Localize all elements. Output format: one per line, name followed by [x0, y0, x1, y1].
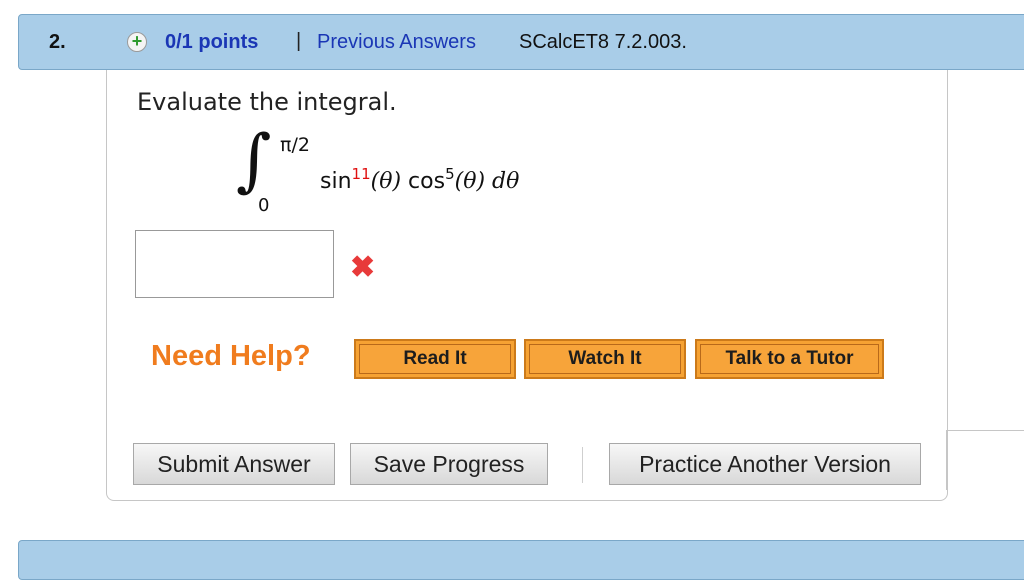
theta-arg-2: (θ) — [454, 169, 486, 194]
sin-exponent: 11 — [351, 165, 371, 183]
submit-answer-button[interactable]: Submit Answer — [133, 443, 335, 485]
next-question-header — [18, 540, 1024, 580]
points-score: 0/1 points — [165, 31, 259, 53]
problem-prompt: Evaluate the integral. — [137, 88, 397, 116]
integral-sign-icon: ∫ — [236, 121, 272, 200]
cos-exponent: 5 — [445, 165, 455, 183]
integral-upper-limit: π/2 — [280, 134, 310, 156]
theta-arg-1: (θ) — [370, 169, 402, 194]
question-source: SCalcET8 7.2.003. — [519, 31, 687, 53]
previous-answers-link[interactable]: Previous Answers — [317, 31, 476, 54]
cos-function: cos — [408, 169, 446, 194]
watch-it-button[interactable]: Watch It — [524, 339, 686, 379]
talk-to-tutor-button[interactable]: Talk to a Tutor — [695, 339, 884, 379]
incorrect-x-icon: ✖ — [350, 251, 376, 284]
practice-another-version-button[interactable]: Practice Another Version — [609, 443, 921, 485]
read-it-label: Read It — [359, 344, 511, 374]
button-divider — [582, 447, 583, 483]
question-header: 2. + 0/1 points | Previous Answers SCalc… — [18, 14, 1024, 70]
expand-plus-icon[interactable]: + — [127, 32, 147, 52]
differential-theta: θ — [506, 169, 520, 194]
need-help-label: Need Help? — [151, 340, 311, 372]
talk-to-tutor-label: Talk to a Tutor — [700, 344, 879, 374]
differential-d: d — [492, 169, 507, 194]
header-separator: | — [296, 30, 302, 52]
integral-lower-limit: 0 — [258, 195, 270, 216]
save-progress-button[interactable]: Save Progress — [350, 443, 548, 485]
sin-function: sin — [320, 169, 352, 194]
read-it-button[interactable]: Read It — [354, 339, 516, 379]
side-panel-frame — [946, 430, 1024, 490]
question-number: 2. — [49, 31, 66, 53]
answer-input[interactable] — [135, 230, 334, 298]
integrand: sin11(θ) cos5(θ) dθ — [320, 165, 519, 194]
watch-it-label: Watch It — [529, 344, 681, 374]
